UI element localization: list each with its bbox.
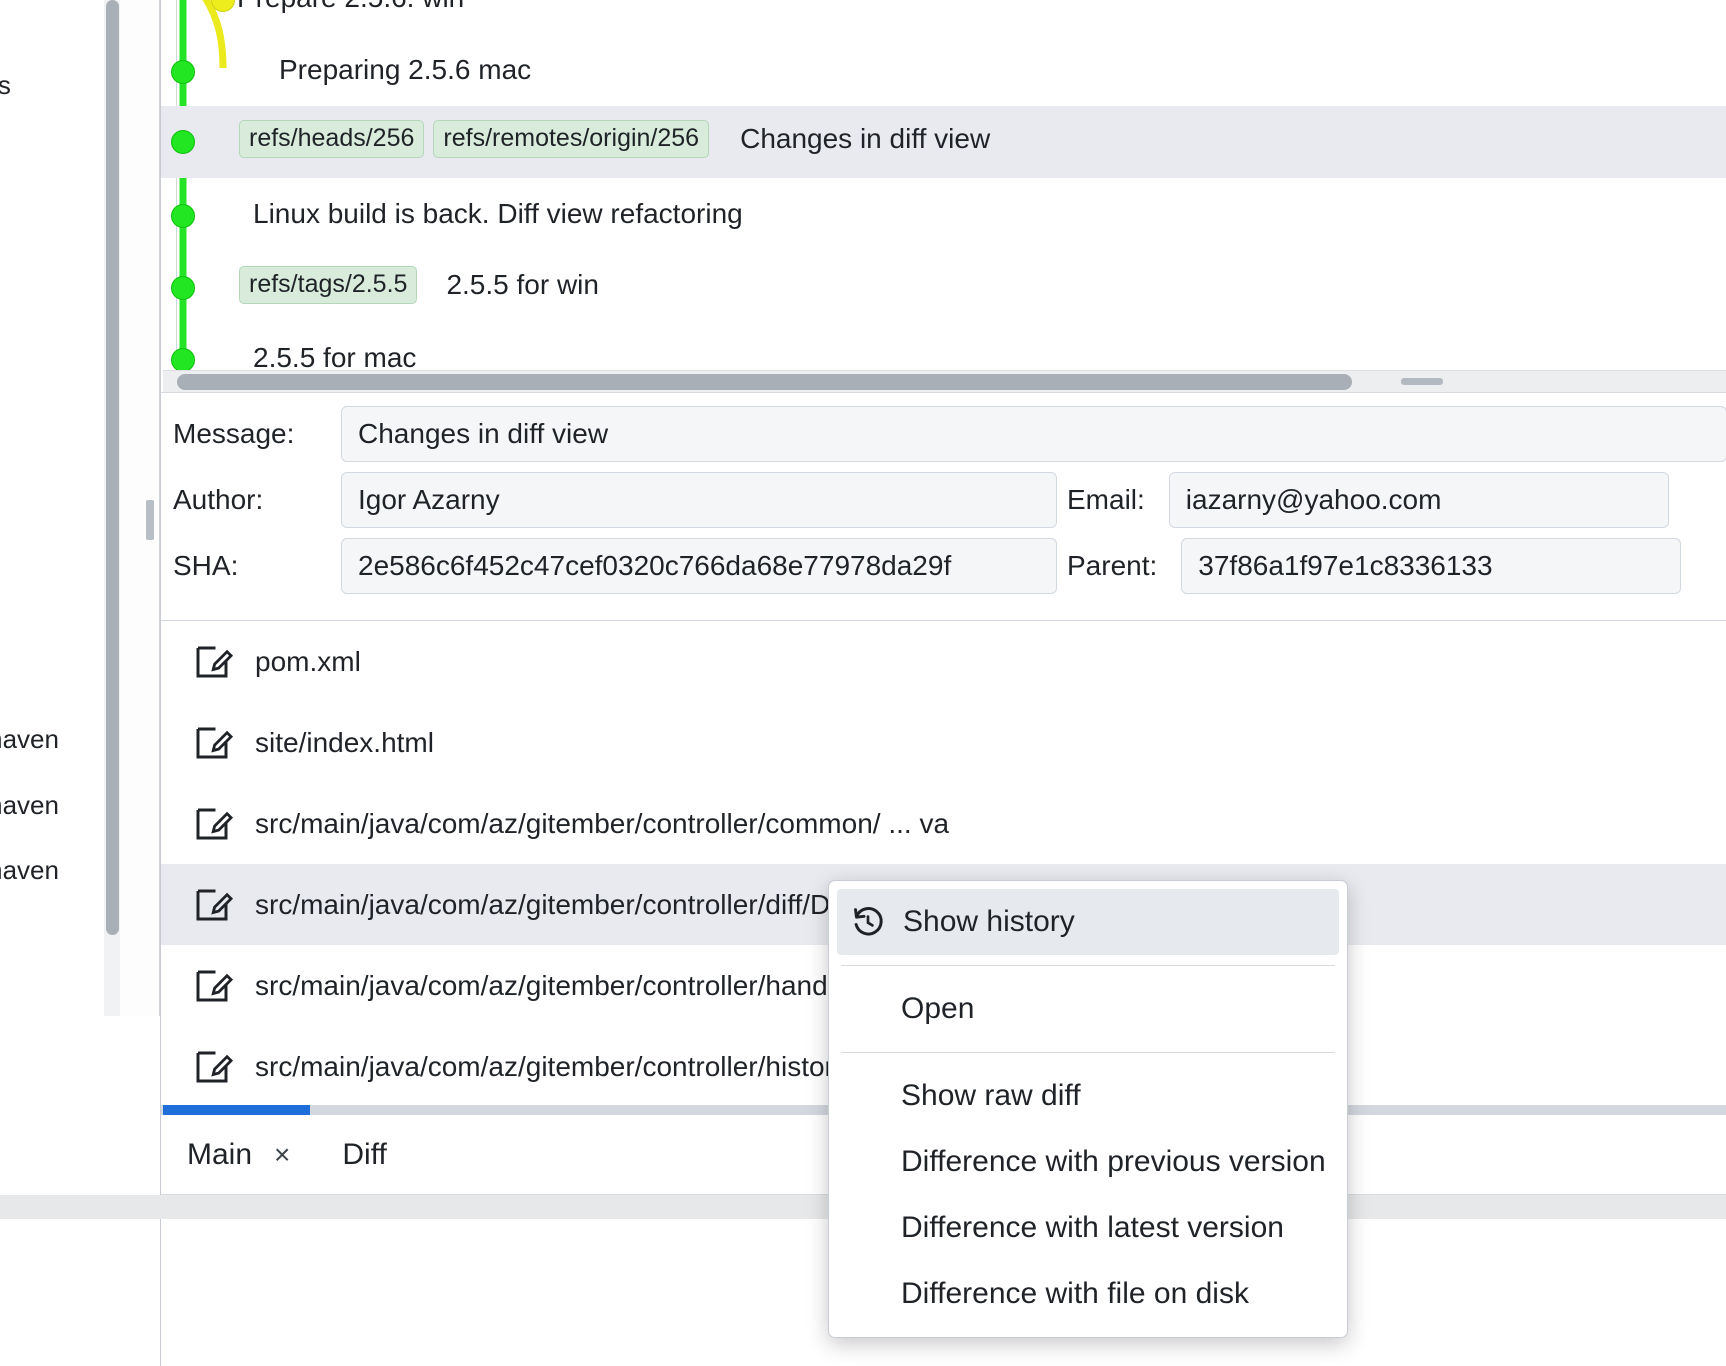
history-icon <box>854 907 883 936</box>
graph-scrollbar-thumb[interactable] <box>177 374 1352 390</box>
file-path: src/main/java/com/az/gitember/controller… <box>255 888 831 920</box>
email-field[interactable]: iazarny@yahoo.com <box>1168 472 1669 528</box>
left-sidebar: es ches ot/maven ot/maven ot/maven <box>0 0 160 1016</box>
edit-icon <box>196 808 233 839</box>
context-menu-separator <box>841 965 1335 966</box>
detail-row-author: Author: Igor Azarny Email: iazarny@yahoo… <box>161 467 1726 533</box>
commit-node-icon <box>211 0 235 12</box>
tab-main-label: Main <box>187 1137 253 1171</box>
sidebar-item-remote-2[interactable]: ot/maven <box>0 790 59 821</box>
context-menu-label: Open <box>901 992 975 1025</box>
tab-diff-label: Diff <box>342 1137 387 1171</box>
split-pane-divider-handle[interactable] <box>146 500 154 540</box>
graph-horizontal-scrollbar[interactable] <box>163 370 1726 392</box>
commit-node-icon <box>171 130 195 154</box>
sidebar-item-remote-3[interactable]: ot/maven <box>0 855 59 886</box>
detail-row-sha: SHA: 2e586c6f452c47cef0320c766da68e77978… <box>161 533 1726 599</box>
commit-row[interactable]: refs/tags/2.5.5 2.5.5 for win <box>161 252 1726 324</box>
file-context-menu[interactable]: Show history Open Show raw diff Differen… <box>828 880 1348 1338</box>
app-window: es ches ot/maven ot/maven ot/maven <box>0 0 1726 1366</box>
sidebar-scrollbar[interactable] <box>104 0 120 1016</box>
commit-row[interactable]: Prepare 2.5.6. win <box>161 0 1726 36</box>
sidebar-item-branches[interactable]: ches <box>0 70 11 101</box>
commit-detail-panel: Message: Changes in diff view Author: Ig… <box>161 392 1726 620</box>
message-field[interactable]: Changes in diff view <box>341 406 1726 462</box>
commit-row-selected[interactable]: refs/heads/256 refs/remotes/origin/256 C… <box>161 106 1726 178</box>
sidebar-edge <box>120 0 159 1016</box>
file-list-item[interactable]: pom.xml <box>161 621 1726 702</box>
sha-field[interactable]: 2e586c6f452c47cef0320c766da68e77978da29f <box>341 538 1057 594</box>
ref-badge-remote-branch: refs/remotes/origin/256 <box>433 120 710 159</box>
commit-message: 2.5.5 for mac <box>253 342 417 370</box>
close-icon[interactable]: × <box>274 1139 290 1171</box>
message-label: Message: <box>173 418 295 449</box>
context-menu-item-open[interactable]: Open <box>829 976 1347 1042</box>
commit-row[interactable]: Linux build is back. Diff view refactori… <box>161 180 1726 252</box>
file-list-item[interactable]: site/index.html <box>161 702 1726 783</box>
context-menu-label: Difference with previous version <box>901 1145 1326 1178</box>
context-menu-item-diff-previous-version[interactable]: Difference with previous version <box>829 1129 1347 1195</box>
edit-icon <box>196 889 233 920</box>
commit-row[interactable]: 2.5.5 for mac <box>161 324 1726 370</box>
commit-message: Changes in diff view <box>740 123 991 155</box>
commit-graph-list[interactable]: Prepare 2.5.6. win Preparing 2.5.6 mac r… <box>161 0 1726 370</box>
commit-node-icon <box>171 60 195 84</box>
context-menu-label: Show history <box>903 905 1075 938</box>
commit-message: Preparing 2.5.6 mac <box>279 54 532 85</box>
sidebar-scrollbar-thumb[interactable] <box>106 0 119 935</box>
file-list-item[interactable]: src/main/java/com/az/gitember/controller… <box>161 783 1726 864</box>
tab-diff[interactable]: Diff <box>316 1138 412 1172</box>
email-label: Email: <box>1067 484 1145 515</box>
context-menu-item-diff-latest-version[interactable]: Difference with latest version <box>829 1195 1347 1261</box>
tab-main[interactable]: Main × <box>161 1138 316 1172</box>
context-menu-separator <box>841 1052 1335 1053</box>
commit-node-icon <box>171 348 195 370</box>
split-pane-grip[interactable] <box>1401 378 1443 385</box>
file-path: src/main/java/com/az/gitember/controller… <box>255 807 950 839</box>
edit-icon <box>196 1051 233 1082</box>
files-scrollbar-thumb[interactable] <box>163 1105 310 1115</box>
author-field[interactable]: Igor Azarny <box>341 472 1057 528</box>
parent-field[interactable]: 37f86a1f97e1c8336133 <box>1181 538 1682 594</box>
edit-icon <box>196 970 233 1001</box>
file-path: src/main/java/com/az/gitember/controller… <box>255 969 834 1001</box>
sha-label: SHA: <box>173 550 239 581</box>
sidebar-item-remote-1[interactable]: ot/maven <box>0 724 59 755</box>
ref-badge-local-branch: refs/heads/256 <box>239 120 425 159</box>
context-menu-item-show-raw-diff[interactable]: Show raw diff <box>829 1063 1347 1129</box>
edit-icon <box>196 646 233 677</box>
detail-row-message: Message: Changes in diff view <box>161 401 1726 467</box>
commit-message: 2.5.5 for win <box>446 269 599 301</box>
parent-label: Parent: <box>1067 550 1158 581</box>
file-path: src/main/java/com/az/gitember/controller… <box>255 1050 834 1082</box>
commit-node-icon <box>171 276 195 300</box>
file-path: site/index.html <box>255 726 434 758</box>
commit-row[interactable]: Preparing 2.5.6 mac <box>161 36 1726 108</box>
context-menu-label: Show raw diff <box>901 1079 1081 1112</box>
commit-message: Linux build is back. Diff view refactori… <box>253 198 743 229</box>
ref-badge-tag: refs/tags/2.5.5 <box>239 266 418 305</box>
commit-node-icon <box>171 204 195 228</box>
author-label: Author: <box>173 484 264 515</box>
context-menu-item-diff-file-on-disk[interactable]: Difference with file on disk <box>829 1261 1347 1327</box>
edit-icon <box>196 727 233 758</box>
file-path: pom.xml <box>255 645 361 677</box>
context-menu-label: Difference with latest version <box>901 1211 1284 1244</box>
context-menu-item-show-history[interactable]: Show history <box>837 889 1339 955</box>
commit-message: Prepare 2.5.6. win <box>237 0 464 14</box>
context-menu-label: Difference with file on disk <box>901 1277 1249 1310</box>
